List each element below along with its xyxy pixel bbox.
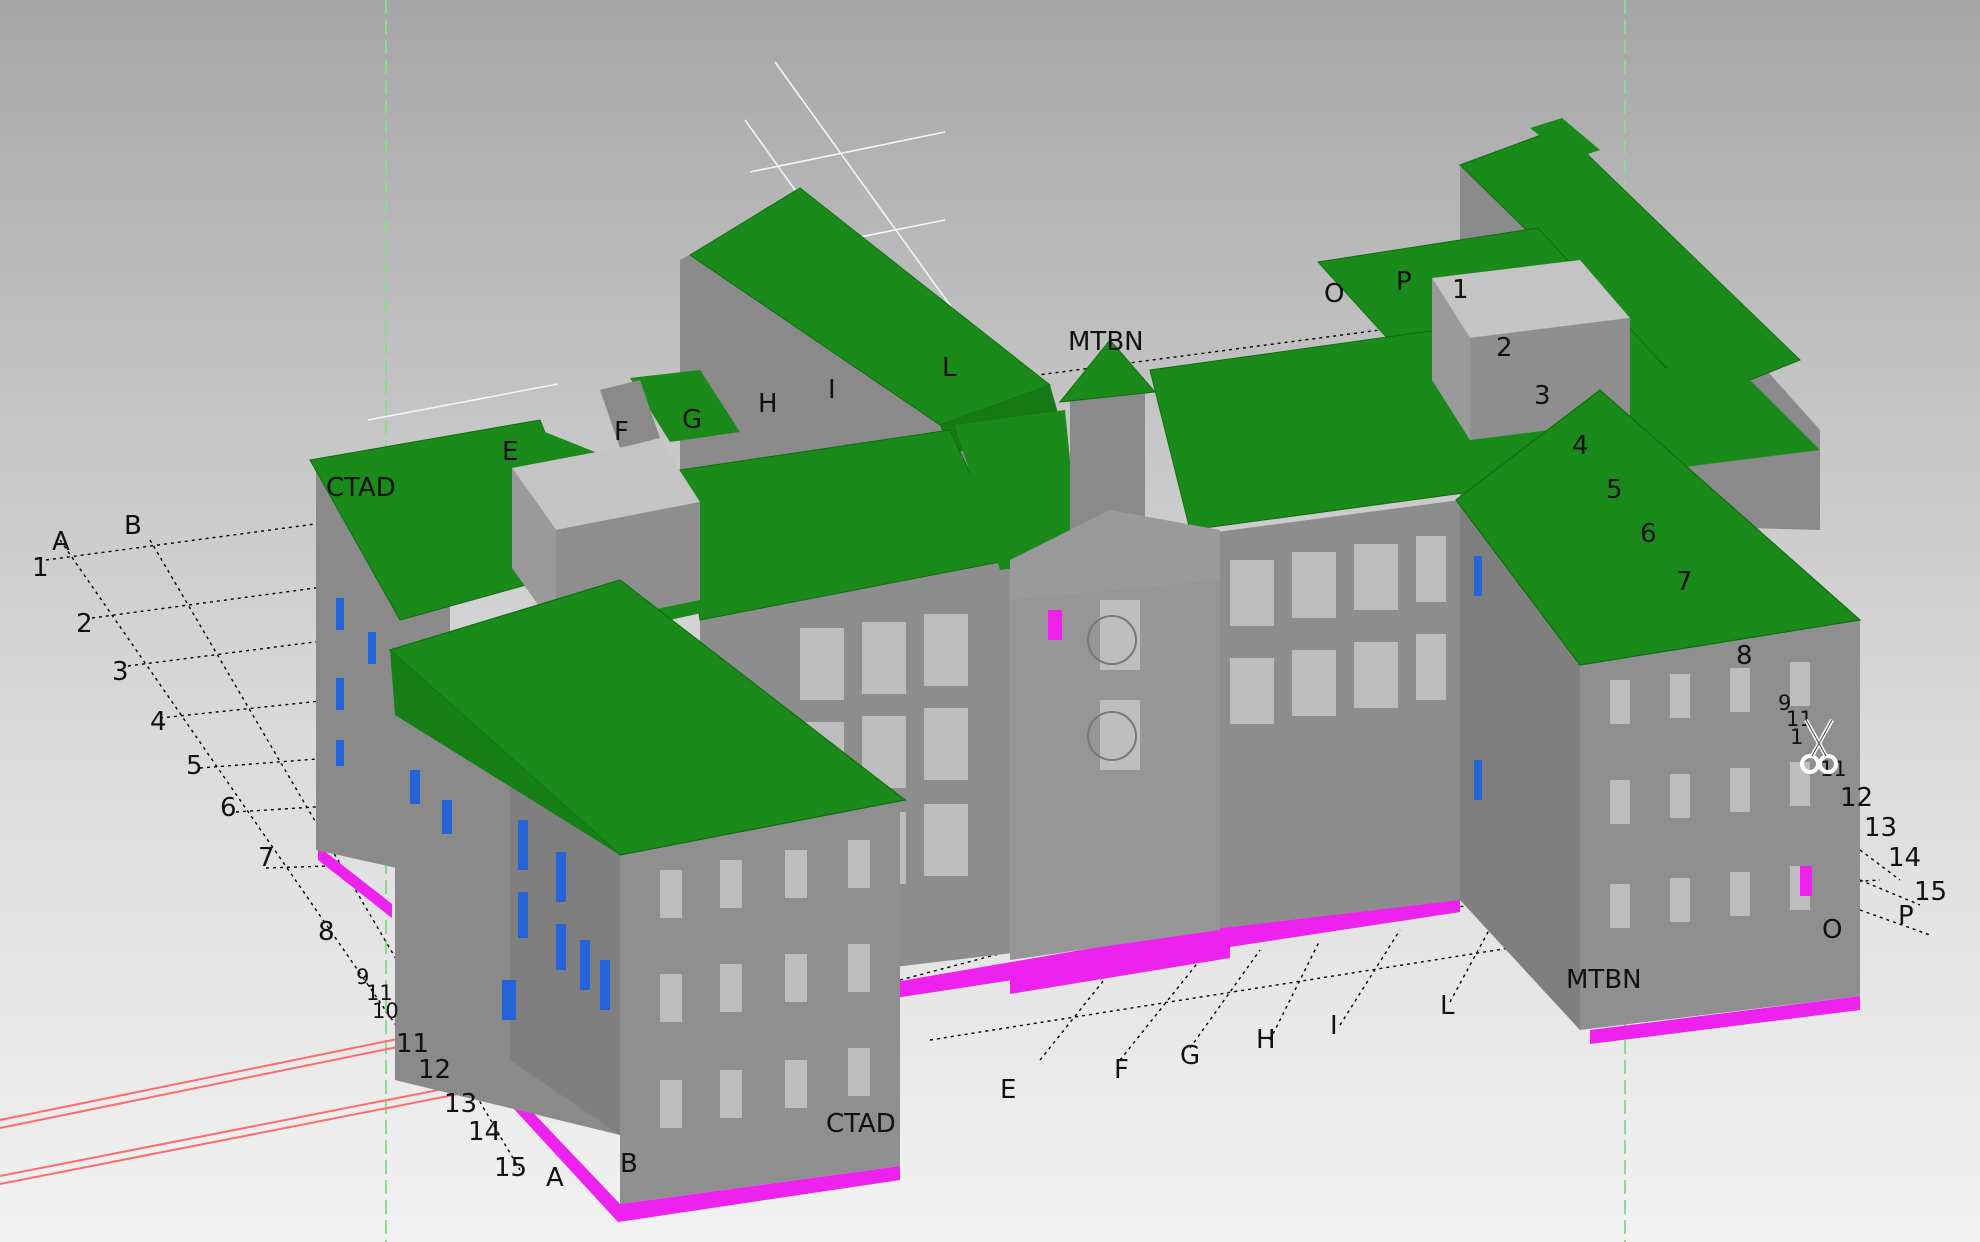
grid-label: 6 [220,793,237,823]
grid-label: 13 [444,1089,477,1119]
grid-label: F [1114,1055,1129,1085]
grid-label: 14 [1888,843,1921,873]
grid-label: 7 [258,843,275,873]
building-model-3d[interactable]: A B 1 2 3 4 5 6 7 8 9 11 10 11 12 13 14 … [0,0,1980,1242]
grid-label: E [502,437,518,467]
scissors-cursor-icon [1800,719,1838,774]
grid-label: 15 [1914,877,1947,907]
grid-label: MTBN [1566,965,1642,995]
grid-label: I [828,375,836,405]
grid-label: O [1324,279,1344,309]
grid-label: P [1396,267,1412,297]
grid-label: 1 [1452,275,1469,305]
model-viewport[interactable]: A B 1 2 3 4 5 6 7 8 9 11 10 11 12 13 14 … [0,0,1980,1242]
grid-label: 12 [418,1055,451,1085]
grid-label: O [1822,915,1842,945]
grid-label: E [1000,1075,1016,1105]
grid-label: 12 [1840,783,1873,813]
grid-label: G [682,405,702,435]
grid-label: 1 [32,553,49,583]
grid-label: A [52,527,70,557]
grid-label: 7 [1676,567,1693,597]
grid-label: L [1440,991,1455,1021]
grid-label: MTBN [1068,327,1144,357]
grid-label: 6 [1640,519,1657,549]
grid-label: H [758,389,778,419]
grid-label: 3 [1534,381,1551,411]
grid-label: F [614,417,629,447]
grid-label: 10 [372,999,399,1023]
grid-label: 5 [1606,475,1623,505]
grid-label: 4 [1572,431,1589,461]
grid-label: H [1256,1025,1276,1055]
grid-label: CTAD [326,473,396,503]
grid-label: 2 [1496,333,1513,363]
grid-label: 5 [186,751,203,781]
grid-label: 13 [1864,813,1897,843]
grid-label: 8 [318,917,335,947]
grid-label: 3 [112,657,129,687]
grid-label: 14 [468,1117,501,1147]
grid-label: P [1898,901,1914,931]
grid-label: B [620,1149,638,1179]
grid-label: B [124,511,142,541]
grid-label: 8 [1736,641,1753,671]
grid-label: G [1180,1041,1200,1071]
grid-label: CTAD [826,1109,896,1139]
grid-label: 15 [494,1153,527,1183]
grid-label: L [942,353,957,383]
grid-label: A [546,1163,564,1193]
grid-label: 4 [150,707,167,737]
grid-label: 2 [76,609,93,639]
grid-label: I [1330,1011,1338,1041]
